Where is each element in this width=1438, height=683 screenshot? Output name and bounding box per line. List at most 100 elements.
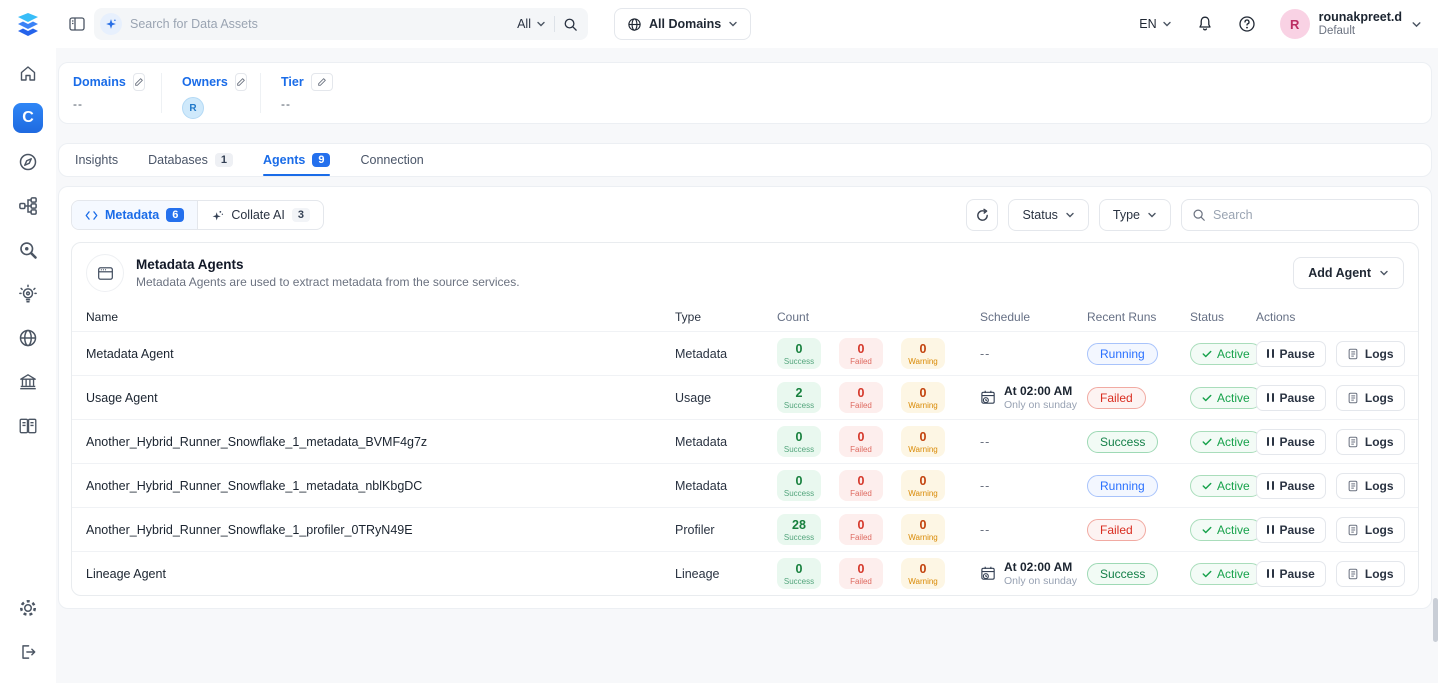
status-badge[interactable]: Active xyxy=(1190,475,1262,497)
tab-databases[interactable]: Databases 1 xyxy=(148,144,233,176)
type-filter-dropdown[interactable]: Type xyxy=(1099,199,1171,231)
global-search[interactable]: All xyxy=(94,8,588,40)
sidebar-item-settings[interactable] xyxy=(11,591,45,625)
chevron-down-icon xyxy=(1379,268,1389,278)
notifications-button[interactable] xyxy=(1196,15,1214,33)
pause-button[interactable]: Pause xyxy=(1256,561,1326,587)
sidebar-item-governance[interactable] xyxy=(11,365,45,399)
all-domains-dropdown[interactable]: All Domains xyxy=(614,8,751,40)
agent-counts: 0Success 0Failed 0Warning xyxy=(777,338,980,369)
status-badge[interactable]: Active xyxy=(1190,563,1262,585)
chevron-down-icon xyxy=(1065,210,1075,220)
sidebar-item-home[interactable] xyxy=(11,57,45,91)
agent-type: Metadata xyxy=(675,435,777,449)
search-icon[interactable] xyxy=(563,17,578,32)
pause-icon xyxy=(1267,393,1274,402)
question-circle-icon xyxy=(1238,15,1256,33)
tab-insights[interactable]: Insights xyxy=(75,144,118,176)
agent-name[interactable]: Another_Hybrid_Runner_Snowflake_1_profil… xyxy=(86,523,675,537)
owner-avatar[interactable]: R xyxy=(182,97,204,119)
logs-button[interactable]: Logs xyxy=(1336,429,1405,455)
recent-run-badge[interactable]: Running xyxy=(1087,475,1158,497)
agent-name[interactable]: Another_Hybrid_Runner_Snowflake_1_metada… xyxy=(86,435,675,449)
app-logo[interactable] xyxy=(14,11,42,39)
sidebar-toggle-button[interactable] xyxy=(60,7,94,41)
left-sidebar: C xyxy=(0,0,56,683)
edit-tier-button[interactable] xyxy=(311,73,333,91)
warning-count-chip: 0Warning xyxy=(901,470,945,501)
add-agent-button[interactable]: Add Agent xyxy=(1293,257,1404,289)
sidebar-item-glossary[interactable] xyxy=(11,409,45,443)
status-badge[interactable]: Active xyxy=(1190,343,1262,365)
chevron-down-icon xyxy=(536,19,546,29)
agent-counts: 2Success 0Failed 0Warning xyxy=(777,382,980,413)
kebab-menu[interactable] xyxy=(1415,474,1419,498)
pause-button[interactable]: Pause xyxy=(1256,385,1326,411)
search-scope-dropdown[interactable]: All xyxy=(517,17,546,31)
warning-count-chip: 0Warning xyxy=(901,382,945,413)
kebab-menu[interactable] xyxy=(1415,342,1419,366)
check-icon xyxy=(1202,526,1212,534)
sidebar-item-lineage[interactable] xyxy=(11,189,45,223)
sidebar-item-insights[interactable] xyxy=(11,277,45,311)
logs-button[interactable]: Logs xyxy=(1336,473,1405,499)
agent-name[interactable]: Another_Hybrid_Runner_Snowflake_1_metada… xyxy=(86,479,675,493)
user-menu[interactable]: R rounakpreet.d Default xyxy=(1280,9,1422,39)
tab-agents[interactable]: Agents 9 xyxy=(263,144,331,176)
failed-count-chip: 0Failed xyxy=(839,382,883,413)
language-dropdown[interactable]: EN xyxy=(1139,17,1171,31)
agent-name[interactable]: Usage Agent xyxy=(86,391,675,405)
kebab-menu[interactable] xyxy=(1415,518,1419,542)
pause-button[interactable]: Pause xyxy=(1256,429,1326,455)
segment-metadata[interactable]: Metadata 6 xyxy=(72,201,197,229)
logs-button[interactable]: Logs xyxy=(1336,561,1405,587)
collate-c-icon: C xyxy=(13,103,43,133)
search-icon xyxy=(1192,208,1206,222)
agents-search[interactable] xyxy=(1181,199,1419,231)
sidebar-item-observability[interactable] xyxy=(11,233,45,267)
gear-icon xyxy=(18,598,38,618)
agent-name[interactable]: Metadata Agent xyxy=(86,347,675,361)
help-button[interactable] xyxy=(1238,15,1256,33)
edit-domains-button[interactable] xyxy=(133,73,145,91)
tab-connection[interactable]: Connection xyxy=(360,144,423,176)
logs-icon xyxy=(1347,568,1359,580)
check-icon xyxy=(1202,570,1212,578)
agent-counts: 0Success 0Failed 0Warning xyxy=(777,426,980,457)
segment-collate-ai[interactable]: Collate AI 3 xyxy=(197,201,323,229)
sidebar-item-collate[interactable]: C xyxy=(11,101,45,135)
pause-button[interactable]: Pause xyxy=(1256,341,1326,367)
edit-owners-button[interactable] xyxy=(235,73,247,91)
status-badge[interactable]: Active xyxy=(1190,431,1262,453)
scrollbar-thumb[interactable] xyxy=(1433,598,1438,642)
kebab-menu[interactable] xyxy=(1415,386,1419,410)
pause-button[interactable]: Pause xyxy=(1256,473,1326,499)
recent-run-badge[interactable]: Failed xyxy=(1087,387,1146,409)
chevron-down-icon xyxy=(1162,19,1172,29)
agents-search-input[interactable] xyxy=(1213,208,1408,222)
status-badge[interactable]: Active xyxy=(1190,387,1262,409)
status-filter-dropdown[interactable]: Status xyxy=(1008,199,1088,231)
agent-name[interactable]: Lineage Agent xyxy=(86,567,675,581)
logs-button[interactable]: Logs xyxy=(1336,517,1405,543)
app-window-icon xyxy=(97,265,114,282)
status-badge[interactable]: Active xyxy=(1190,519,1262,541)
check-icon xyxy=(1202,482,1212,490)
pause-button[interactable]: Pause xyxy=(1256,517,1326,543)
recent-run-badge[interactable]: Running xyxy=(1087,343,1158,365)
recent-run-badge[interactable]: Success xyxy=(1087,431,1158,453)
refresh-button[interactable] xyxy=(966,199,998,231)
entity-summary-card: Domains -- Owners R xyxy=(58,62,1432,124)
ai-sparkle-icon[interactable] xyxy=(100,13,122,35)
table-row: Usage Agent Usage 2Success 0Failed 0Warn… xyxy=(72,375,1418,419)
logs-button[interactable]: Logs xyxy=(1336,385,1405,411)
kebab-menu[interactable] xyxy=(1415,562,1419,586)
logs-button[interactable]: Logs xyxy=(1336,341,1405,367)
global-search-input[interactable] xyxy=(130,17,509,31)
recent-run-badge[interactable]: Failed xyxy=(1087,519,1146,541)
sidebar-item-domains[interactable] xyxy=(11,321,45,355)
recent-run-badge[interactable]: Success xyxy=(1087,563,1158,585)
kebab-menu[interactable] xyxy=(1415,430,1419,454)
sidebar-item-logout[interactable] xyxy=(11,635,45,669)
sidebar-item-explore[interactable] xyxy=(11,145,45,179)
